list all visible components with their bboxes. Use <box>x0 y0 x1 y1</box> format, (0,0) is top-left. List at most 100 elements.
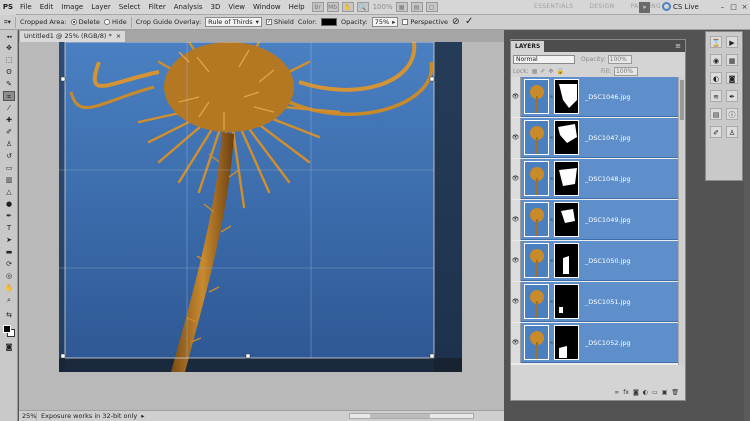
3d-orbit-icon[interactable]: ◎ <box>3 271 15 281</box>
history-brush-icon[interactable]: ↺ <box>3 151 15 161</box>
document-tab[interactable]: Untitled1 @ 25% (RGB/8) * × <box>20 31 126 42</box>
close-tab-icon[interactable]: × <box>116 31 121 42</box>
view-extras-icon[interactable]: ▦ <box>395 2 408 12</box>
eye-icon[interactable]: 👁 <box>511 199 521 240</box>
maximize-icon[interactable]: □ <box>729 3 738 11</box>
status-zoom[interactable]: 25% <box>19 412 37 420</box>
lock-icon[interactable]: 🔒 <box>556 68 563 75</box>
foreground-color-swatch[interactable] <box>3 325 11 333</box>
adjustment-icon[interactable]: ◐ <box>643 389 648 396</box>
hand-icon[interactable]: ✋ <box>3 283 15 293</box>
eye-icon[interactable]: 👁 <box>511 281 521 322</box>
collapse-icon[interactable]: ◂◂ <box>3 32 15 42</box>
layer-row[interactable]: 👁 ∞ _DSC1048.jpg <box>511 158 678 199</box>
dodge-icon[interactable]: ● <box>3 199 15 209</box>
lock-move-icon[interactable]: ✥ <box>548 68 553 75</box>
layer-row[interactable]: 👁 ∞ _DSC1052.jpg <box>511 322 678 363</box>
hand-icon[interactable]: ✋ <box>341 2 354 12</box>
cancel-crop-icon[interactable]: ⊘ <box>452 17 460 27</box>
menu-layer[interactable]: Layer <box>87 3 115 11</box>
panel-menu-icon[interactable]: ≡ <box>675 42 681 50</box>
eye-icon[interactable]: 👁 <box>511 322 521 363</box>
quick-mask-icon[interactable]: ◙ <box>3 342 15 352</box>
clone-stamp-icon[interactable]: ♙ <box>3 139 15 149</box>
channels-panel-icon[interactable]: ≋ <box>710 90 722 102</box>
cs-live[interactable]: CS Live <box>662 2 699 11</box>
brush-icon[interactable]: ✐ <box>3 127 15 137</box>
commit-crop-icon[interactable]: ✓ <box>465 16 473 27</box>
tool-preset-icon[interactable]: ⌗▾ <box>4 18 11 27</box>
zoom-level[interactable]: 100% <box>373 3 393 11</box>
shield-option[interactable]: ✓ Shield <box>265 18 294 26</box>
eyedropper-icon[interactable]: ⁄ <box>3 103 15 113</box>
perspective-option[interactable]: Perspective <box>402 18 448 26</box>
eye-icon[interactable]: 👁 <box>511 158 521 199</box>
shape-icon[interactable]: ▬ <box>3 247 15 257</box>
group-icon[interactable]: ▭ <box>652 389 658 396</box>
eye-icon[interactable]: 👁 <box>511 76 521 117</box>
menu-window[interactable]: Window <box>249 3 285 11</box>
layer-row[interactable]: 👁 ∞ _DSC1047.jpg <box>511 117 678 158</box>
zoom-icon[interactable]: ⌕ <box>3 295 15 305</box>
status-menu-icon[interactable]: ▸ <box>141 412 144 420</box>
quick-select-icon[interactable]: ✎ <box>3 79 15 89</box>
horizontal-scrollbar[interactable] <box>349 413 474 419</box>
adjustments-panel-icon[interactable]: ◐ <box>710 72 722 84</box>
zoom-icon[interactable]: 🔍 <box>356 2 369 12</box>
crop-icon[interactable]: ⌗ <box>3 91 15 101</box>
hide-radio[interactable] <box>103 19 110 25</box>
workspace-essentials[interactable]: ESSENTIALS <box>530 2 577 11</box>
eye-icon[interactable]: 👁 <box>511 240 521 281</box>
scroll-thumb[interactable] <box>680 80 684 120</box>
trash-icon[interactable]: 🗑 <box>671 389 679 396</box>
menu-select[interactable]: Select <box>115 3 145 11</box>
image-canvas[interactable] <box>59 42 462 372</box>
history-panel-icon[interactable]: ⌛ <box>710 36 722 48</box>
marquee-icon[interactable]: ⬚ <box>3 55 15 65</box>
opacity-input[interactable]: 75% ▸ <box>371 17 399 27</box>
new-layer-icon[interactable]: ▣ <box>662 389 668 396</box>
hide-option[interactable]: Hide <box>103 18 127 26</box>
scroll-thumb[interactable] <box>370 414 430 418</box>
color-panel-icon[interactable]: ◉ <box>710 54 722 66</box>
lasso-icon[interactable]: ʘ <box>3 67 15 77</box>
layers-tab[interactable]: LAYERS <box>511 41 545 52</box>
fill-input[interactable]: 100% <box>613 66 638 76</box>
layer-style-icon[interactable]: fx <box>623 389 629 396</box>
layer-row[interactable]: 👁 ∞ _DSC1046.jpg <box>511 76 678 117</box>
menu-view[interactable]: View <box>224 3 249 11</box>
layers-panel-icon[interactable]: ▤ <box>710 108 722 120</box>
lock-transparency-icon[interactable]: ▦ <box>532 68 538 75</box>
screen-mode-icon[interactable]: ▢ <box>425 2 438 12</box>
swatches-panel-icon[interactable]: ▦ <box>726 54 738 66</box>
masks-panel-icon[interactable]: ◙ <box>726 72 738 84</box>
pen-icon[interactable]: ✒ <box>3 211 15 221</box>
blend-mode-select[interactable]: Normal <box>513 54 575 64</box>
layer-opacity-input[interactable]: 100% <box>607 54 632 64</box>
close-icon[interactable]: × <box>740 3 749 11</box>
delete-option[interactable]: Delete <box>70 18 100 26</box>
clone-source-panel-icon[interactable]: ♙ <box>726 126 738 138</box>
arrange-icon[interactable]: ▤ <box>410 2 423 12</box>
move-icon[interactable]: ✥ <box>3 43 15 53</box>
swap-colors-icon[interactable]: ⇆ <box>3 310 15 320</box>
healing-brush-icon[interactable]: ✚ <box>3 115 15 125</box>
info-panel-icon[interactable]: ⓘ <box>726 108 738 120</box>
gradient-icon[interactable]: ▥ <box>3 175 15 185</box>
eye-icon[interactable]: 👁 <box>511 117 521 158</box>
link-layers-icon[interactable]: ∞ <box>614 389 619 396</box>
workspace-design[interactable]: DESIGN <box>585 2 618 11</box>
minimize-icon[interactable]: – <box>718 3 727 11</box>
menu-analysis[interactable]: Analysis <box>170 3 207 11</box>
more-workspaces-button[interactable]: » <box>639 2 650 13</box>
perspective-checkbox[interactable] <box>402 19 409 25</box>
text-icon[interactable]: T <box>3 223 15 233</box>
layers-scrollbar[interactable] <box>678 77 685 365</box>
layer-row[interactable]: 👁 ∞ _DSC1049.jpg <box>511 199 678 240</box>
add-mask-icon[interactable]: ◙ <box>633 389 639 396</box>
shield-color-swatch[interactable] <box>320 18 337 26</box>
bridge-icon[interactable]: Br <box>311 2 324 12</box>
minibridge-icon[interactable]: Mb <box>326 2 339 12</box>
delete-radio[interactable] <box>70 19 77 25</box>
layer-row[interactable]: 👁 ∞ _DSC1050.jpg <box>511 240 678 281</box>
